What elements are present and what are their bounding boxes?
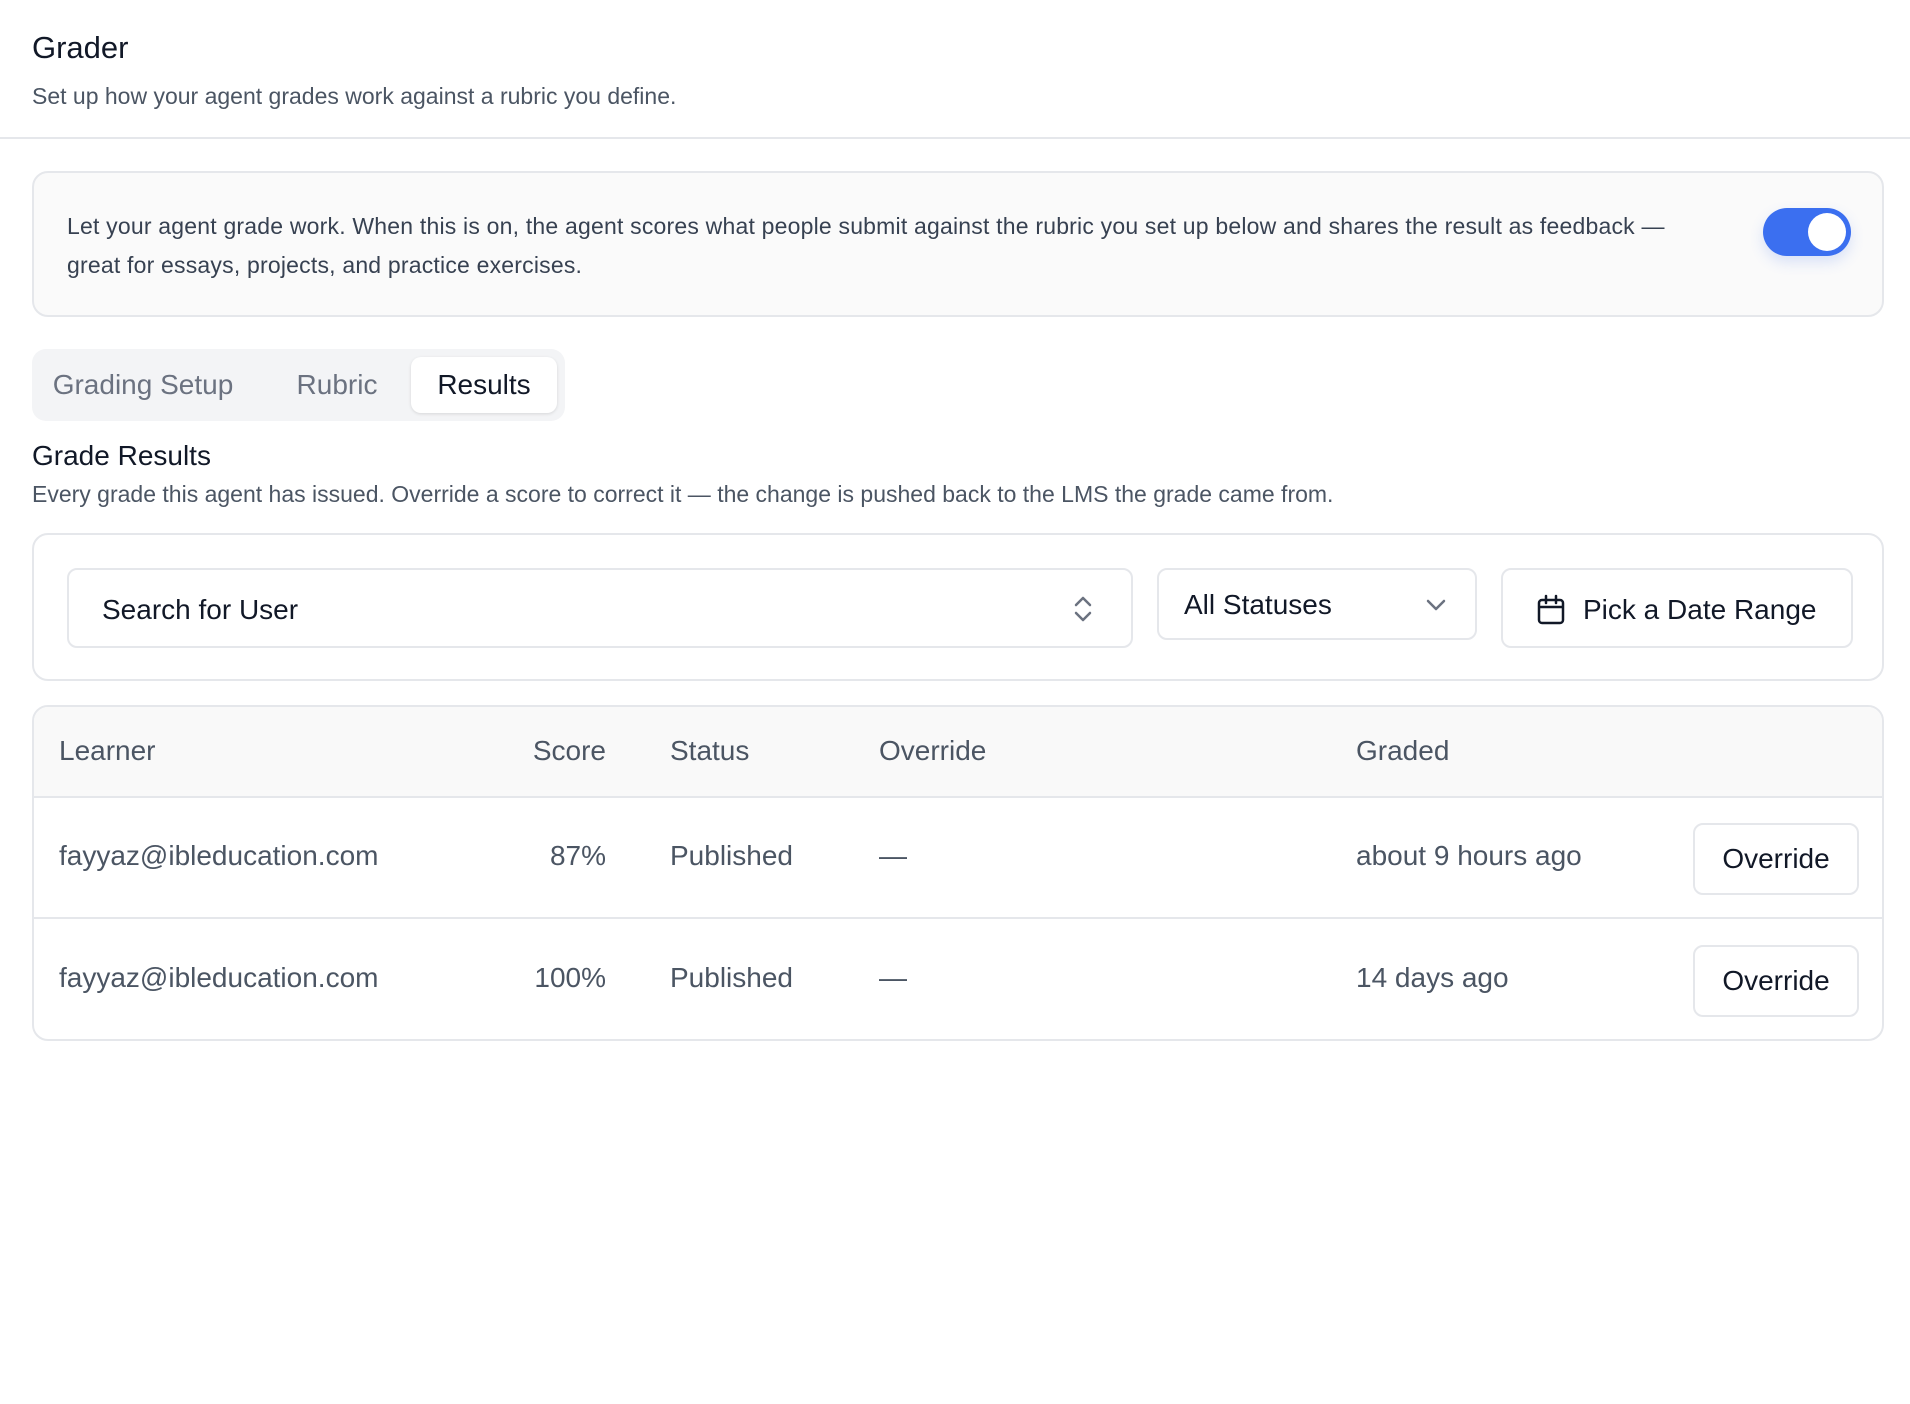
column-header-status: Status <box>670 735 750 766</box>
page-header: Grader Set up how your agent grades work… <box>0 0 1910 139</box>
column-header-learner: Learner <box>59 735 156 766</box>
status-filter-select[interactable]: All Statuses <box>1157 568 1477 640</box>
score-value: 100% <box>534 962 606 993</box>
tab-grading-setup[interactable]: Grading Setup <box>48 357 238 413</box>
tab-bar: Grading Setup Rubric Results <box>32 349 565 421</box>
search-label: Search for User <box>102 594 299 625</box>
table-row: fayyaz@ibleducation.com 100% Published —… <box>34 920 1882 1039</box>
grading-enabled-toggle[interactable] <box>1763 208 1851 256</box>
date-range-button[interactable]: Pick a Date Range <box>1501 568 1853 648</box>
section-title: Grade Results <box>32 440 211 471</box>
toggle-knob <box>1808 213 1846 251</box>
chevron-down-icon <box>1426 599 1446 611</box>
column-header-graded: Graded <box>1356 735 1450 766</box>
tab-rubric[interactable]: Rubric <box>284 357 390 413</box>
table-header: Learner Score Status Override Graded <box>34 707 1882 798</box>
column-header-score: Score <box>532 735 606 766</box>
override-button[interactable]: Override <box>1693 823 1859 895</box>
graded-time: about 9 hours ago <box>1356 840 1582 871</box>
page-subtitle: Set up how your agent grades work agains… <box>32 83 677 109</box>
grading-toggle-card: Let your agent grade work. When this is … <box>32 171 1884 317</box>
filter-card: Search for User All Statuses Pick a Date… <box>32 533 1884 681</box>
override-button[interactable]: Override <box>1693 945 1859 1017</box>
date-range-label: Pick a Date Range <box>1583 594 1817 625</box>
table-row: fayyaz@ibleducation.com 87% Published — … <box>34 798 1882 919</box>
grading-toggle-description: Let your agent grade work. When this is … <box>67 213 1665 278</box>
chevron-up-down-icon <box>1074 596 1092 622</box>
status-value: Published <box>670 840 793 871</box>
learner-email: fayyaz@ibleducation.com <box>59 962 379 993</box>
user-search-combobox[interactable]: Search for User <box>67 568 1133 648</box>
status-value: Published <box>670 962 793 993</box>
override-value: — <box>879 840 907 871</box>
override-value: — <box>879 962 907 993</box>
section-subtitle: Every grade this agent has issued. Overr… <box>32 481 1334 507</box>
calendar-icon <box>1537 594 1565 625</box>
learner-email: fayyaz@ibleducation.com <box>59 840 379 871</box>
column-header-override: Override <box>879 735 987 766</box>
results-table: Learner Score Status Override Graded fay… <box>32 705 1884 1041</box>
status-filter-value: All Statuses <box>1184 589 1332 620</box>
score-value: 87% <box>549 840 606 871</box>
page-title: Grader <box>32 30 129 65</box>
tab-results[interactable]: Results <box>411 357 557 413</box>
graded-time: 14 days ago <box>1356 962 1509 993</box>
